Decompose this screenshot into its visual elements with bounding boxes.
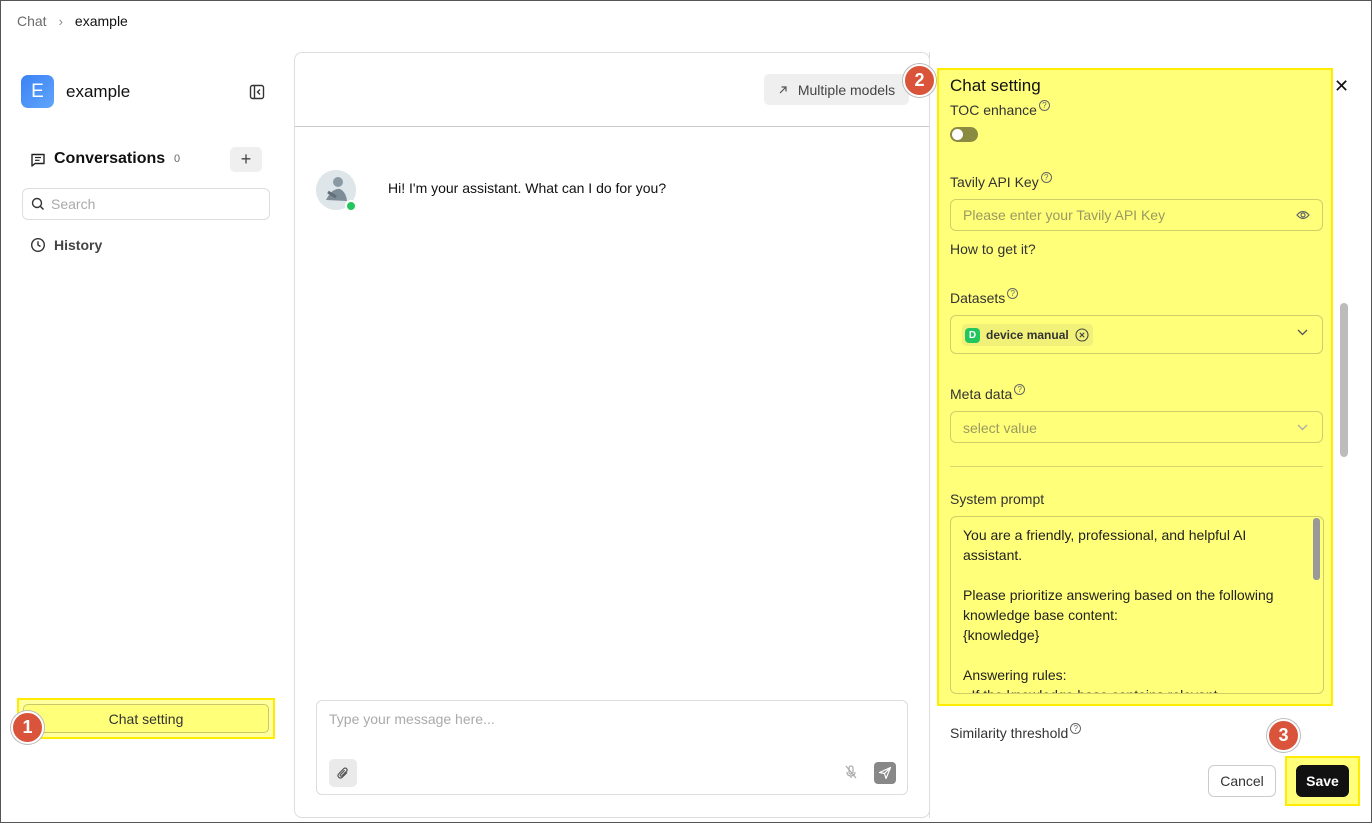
chevron-right-icon: › bbox=[58, 13, 63, 29]
breadcrumb: Chat › example bbox=[17, 13, 128, 29]
send-icon bbox=[878, 766, 892, 780]
multiple-models-label: Multiple models bbox=[797, 81, 896, 98]
help-icon: ? bbox=[1007, 288, 1019, 299]
message-input[interactable] bbox=[329, 711, 889, 751]
multiple-models-button[interactable]: Multiple models bbox=[764, 74, 909, 105]
annotation-badge-2: 2 bbox=[903, 64, 936, 97]
send-button[interactable] bbox=[874, 762, 896, 784]
similarity-label-text: Similarity threshold bbox=[950, 725, 1069, 741]
breadcrumb-current: example bbox=[74, 13, 128, 29]
similarity-threshold-label: Similarity threshold? bbox=[950, 723, 1082, 741]
toc-enhance-text: TOC enhance bbox=[950, 102, 1037, 118]
system-prompt-text: You are a friendly, professional, and he… bbox=[963, 527, 1274, 693]
section-divider bbox=[950, 466, 1323, 467]
search-input[interactable] bbox=[51, 196, 251, 212]
breadcrumb-root[interactable]: Chat bbox=[17, 13, 47, 29]
annotation-badge-1: 1 bbox=[11, 711, 44, 744]
meta-data-placeholder: select value bbox=[963, 420, 1037, 436]
help-icon: ? bbox=[1014, 384, 1026, 395]
conversations-count: 0 bbox=[174, 153, 181, 165]
app-name: example bbox=[66, 82, 131, 101]
plus-icon: + bbox=[240, 149, 252, 169]
tavily-api-key-input[interactable] bbox=[963, 207, 1283, 223]
help-icon: ? bbox=[1038, 100, 1050, 111]
drawer-title: Chat setting bbox=[950, 76, 1041, 95]
message-composer bbox=[316, 700, 908, 795]
dataset-tag-letter: D bbox=[965, 327, 980, 343]
system-prompt-textarea[interactable]: You are a friendly, professional, and he… bbox=[950, 516, 1324, 694]
chat-header-divider bbox=[295, 126, 930, 127]
help-icon: ? bbox=[1070, 723, 1082, 734]
tavily-label: Tavily API Key? bbox=[950, 172, 1052, 190]
app-avatar: E bbox=[21, 75, 54, 108]
dataset-tag: D device manual bbox=[962, 324, 1093, 346]
clock-icon bbox=[30, 237, 46, 253]
paperclip-icon bbox=[336, 766, 350, 780]
assistant-greeting: Hi! I'm your assistant. What can I do fo… bbox=[388, 180, 667, 196]
chevron-down-icon bbox=[1297, 424, 1308, 431]
search-box bbox=[22, 188, 270, 220]
history-label: History bbox=[54, 237, 103, 253]
remove-tag-icon[interactable] bbox=[1075, 328, 1089, 342]
toc-enhance-label: TOC enhance? bbox=[950, 100, 1050, 118]
attach-button[interactable] bbox=[329, 759, 357, 787]
sidebar-collapse-icon[interactable] bbox=[249, 84, 265, 100]
drawer-scrollbar[interactable] bbox=[1340, 303, 1348, 457]
mic-off-icon[interactable] bbox=[843, 764, 859, 780]
dataset-tag-name: device manual bbox=[986, 328, 1069, 342]
save-button[interactable]: Save bbox=[1296, 765, 1349, 797]
cancel-button[interactable]: Cancel bbox=[1208, 765, 1276, 797]
history-item[interactable]: History bbox=[30, 237, 102, 253]
message-square-icon bbox=[30, 152, 46, 168]
chevron-down-icon bbox=[1297, 329, 1308, 336]
online-status-dot bbox=[345, 200, 357, 212]
datasets-label: Datasets? bbox=[950, 288, 1019, 306]
arrow-up-right-icon bbox=[778, 85, 788, 95]
drawer-divider bbox=[929, 52, 930, 818]
meta-data-select[interactable]: select value bbox=[950, 411, 1323, 443]
close-icon[interactable]: ✕ bbox=[1334, 76, 1349, 97]
toc-enhance-toggle[interactable] bbox=[950, 127, 978, 142]
meta-data-label-text: Meta data bbox=[950, 386, 1013, 402]
tavily-api-key-field bbox=[950, 199, 1323, 231]
chat-setting-button[interactable]: Chat setting bbox=[23, 704, 269, 733]
meta-data-label: Meta data? bbox=[950, 384, 1026, 402]
search-icon bbox=[31, 197, 45, 211]
system-prompt-label: System prompt bbox=[950, 491, 1045, 507]
conversations-title: Conversations bbox=[54, 150, 166, 167]
eye-icon[interactable] bbox=[1296, 209, 1310, 221]
tavily-label-text: Tavily API Key bbox=[950, 174, 1039, 190]
help-icon: ? bbox=[1040, 172, 1052, 183]
how-to-get-link[interactable]: How to get it? bbox=[950, 241, 1036, 257]
datasets-label-text: Datasets bbox=[950, 290, 1006, 306]
prompt-scrollbar[interactable] bbox=[1313, 518, 1320, 580]
add-conversation-button[interactable]: + bbox=[230, 147, 262, 172]
annotation-badge-3: 3 bbox=[1267, 719, 1300, 752]
